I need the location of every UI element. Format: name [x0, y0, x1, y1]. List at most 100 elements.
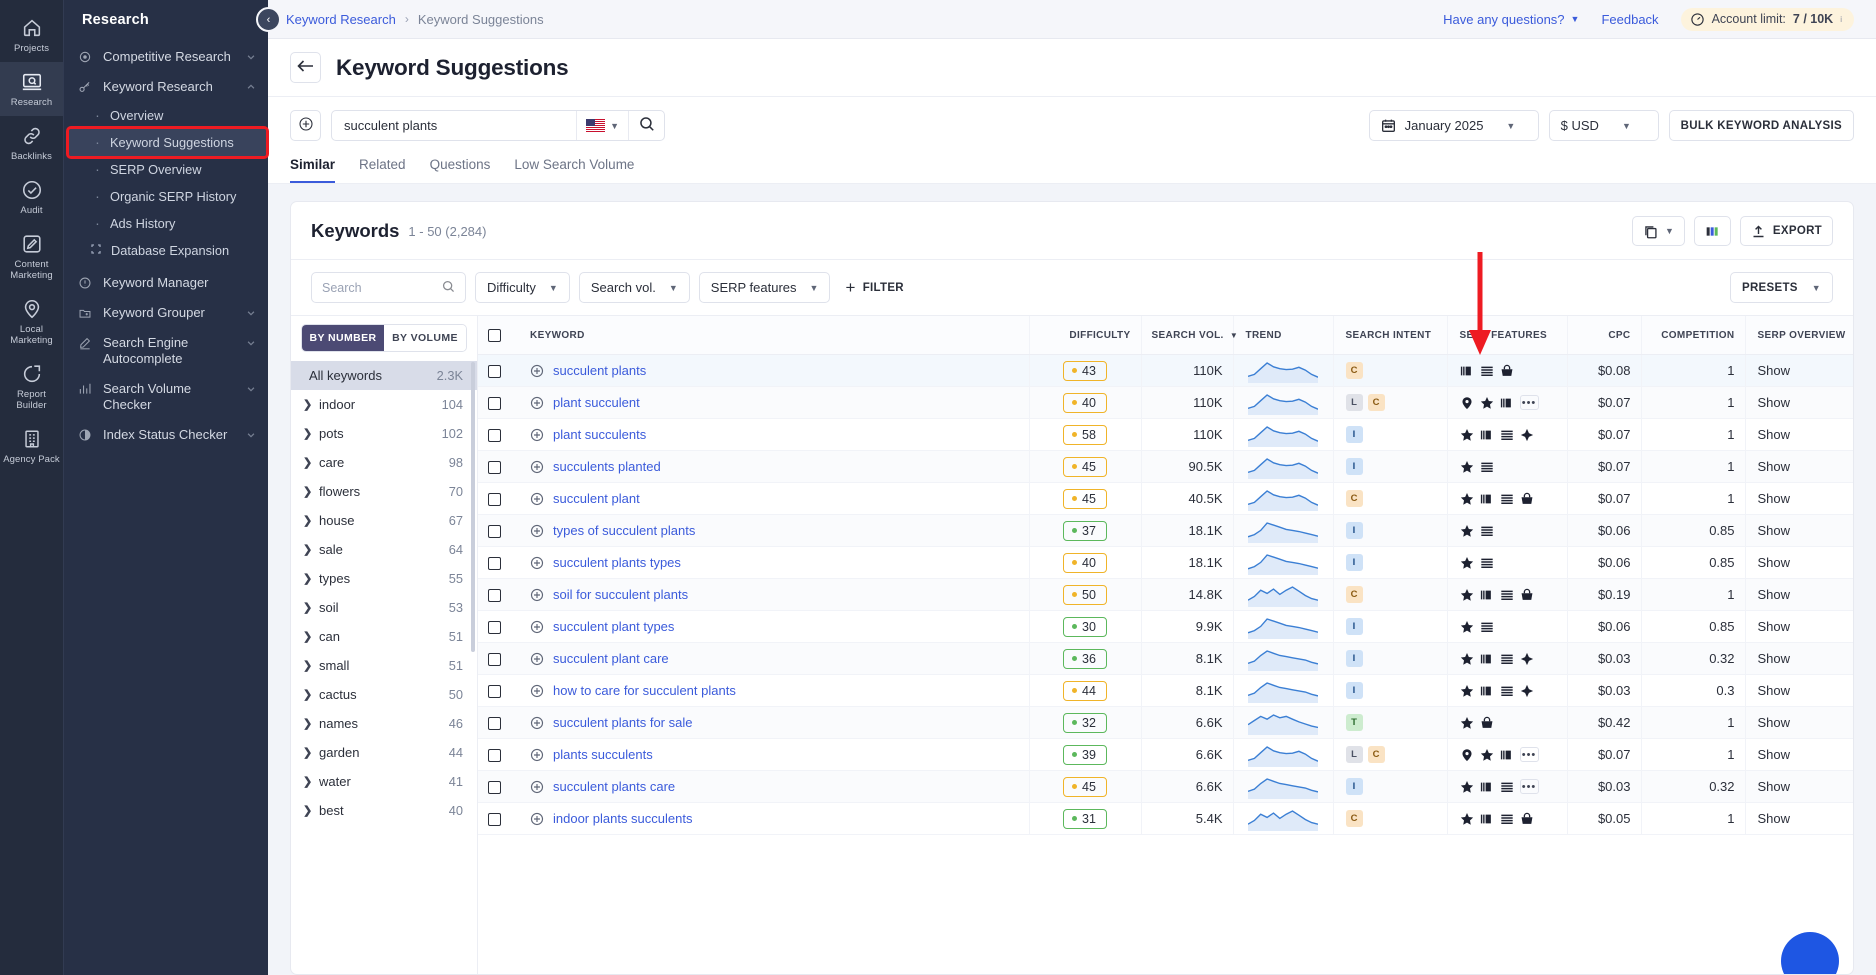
header-competition[interactable]: COMPETITION — [1640, 316, 1745, 355]
row-checkbox[interactable] — [488, 461, 501, 475]
country-selector[interactable]: ▼ — [576, 111, 628, 140]
header-keyword[interactable]: KEYWORD — [520, 316, 1029, 355]
rail-item-audit[interactable]: Audit — [0, 170, 63, 224]
date-selector[interactable]: January 2025 ▼ — [1368, 110, 1539, 141]
group-row[interactable]: ❯ sale 64 — [291, 535, 477, 564]
add-to-list-icon[interactable] — [530, 748, 544, 762]
keyword-link[interactable]: succulent plants for sale — [553, 715, 692, 730]
add-to-list-icon[interactable] — [530, 812, 544, 826]
nav-item-database-expansion[interactable]: Database Expansion — [64, 237, 268, 264]
presets-button[interactable]: PRESETS ▼ — [1729, 272, 1833, 303]
serp-overview-link[interactable]: Show — [1758, 363, 1791, 378]
keyword-link[interactable]: succulent plants types — [553, 555, 681, 570]
back-button[interactable] — [290, 52, 321, 83]
segment-by-number[interactable]: BY NUMBER — [302, 325, 384, 351]
nav-item-organic-serp-history[interactable]: · Organic SERP History — [64, 183, 268, 210]
add-to-list-icon[interactable] — [530, 428, 544, 442]
account-limit-badge[interactable]: Account limit: 7 / 10K i — [1680, 7, 1854, 31]
row-checkbox[interactable] — [488, 525, 501, 539]
add-to-list-icon[interactable] — [530, 396, 544, 410]
add-to-list-icon[interactable] — [530, 652, 544, 666]
table-row[interactable]: succulents planted 45 90.5K I $0.07 1 Show — [478, 450, 1853, 483]
group-row[interactable]: ❯ pots 102 — [291, 419, 477, 448]
row-checkbox[interactable] — [488, 749, 501, 763]
nav-item-ads-history[interactable]: · Ads History — [64, 210, 268, 237]
group-row[interactable]: ❯ types 55 — [291, 564, 477, 593]
copy-button[interactable]: ▼ — [1631, 216, 1685, 246]
header-trend[interactable]: TREND — [1232, 316, 1333, 355]
add-to-list-icon[interactable] — [530, 780, 544, 794]
add-to-list-icon[interactable] — [530, 524, 544, 538]
keyword-link[interactable]: succulent plant types — [553, 619, 674, 634]
account-limit-info[interactable]: i — [1840, 15, 1842, 24]
keyword-link[interactable]: indoor plants succulents — [553, 811, 692, 826]
add-to-list-icon[interactable] — [530, 556, 544, 570]
rail-item-local-marketing[interactable]: Local Marketing — [0, 289, 63, 354]
table-row[interactable]: succulent plant types 30 9.9K I $0.06 0.85 Sho… — [478, 610, 1853, 643]
nav-group-competitive-research[interactable]: Competitive Research — [64, 42, 268, 72]
group-row[interactable]: ❯ can 51 — [291, 622, 477, 651]
add-keyword-button[interactable] — [290, 110, 321, 141]
feedback-link[interactable]: Feedback — [1601, 12, 1658, 27]
header-serp-overview[interactable]: SERP OVERVIEW — [1744, 316, 1853, 355]
group-row-all[interactable]: All keywords 2.3K — [291, 361, 477, 390]
row-checkbox[interactable] — [488, 653, 501, 667]
add-to-list-icon[interactable] — [530, 716, 544, 730]
row-checkbox[interactable] — [488, 685, 501, 699]
keyword-link[interactable]: succulent plant — [553, 491, 640, 506]
row-checkbox[interactable] — [488, 717, 501, 731]
serp-overview-link[interactable]: Show — [1758, 555, 1791, 570]
add-to-list-icon[interactable] — [530, 364, 544, 378]
more-serp-features-icon[interactable]: ••• — [1519, 779, 1539, 794]
add-to-list-icon[interactable] — [530, 492, 544, 506]
nav-group-keyword-research[interactable]: Keyword Research — [64, 72, 268, 102]
row-checkbox[interactable] — [488, 493, 501, 507]
chat-bubble-button[interactable] — [1781, 932, 1839, 974]
keyword-link[interactable]: how to care for succulent plants — [553, 683, 736, 698]
group-row[interactable]: ❯ flowers 70 — [291, 477, 477, 506]
rail-item-research[interactable]: Research — [0, 62, 63, 116]
keyword-link[interactable]: succulents planted — [553, 459, 661, 474]
row-checkbox[interactable] — [488, 621, 501, 635]
table-row[interactable]: types of succulent plants 37 18.1K I $0.06 0.… — [478, 514, 1853, 547]
rail-item-report-builder[interactable]: Report Builder — [0, 354, 63, 419]
serp-overview-link[interactable]: Show — [1758, 523, 1791, 538]
header-serp-features[interactable]: SERP FEATURES — [1446, 316, 1567, 355]
keyword-link[interactable]: plant succulents — [553, 427, 646, 442]
row-checkbox[interactable] — [488, 781, 501, 795]
serp-overview-link[interactable]: Show — [1758, 459, 1791, 474]
table-row[interactable]: succulent plants care 45 6.6K I ••• $0.03 0.32… — [478, 770, 1853, 803]
have-questions-menu[interactable]: Have any questions? ▼ — [1443, 12, 1579, 27]
table-row[interactable]: succulent plant care 36 8.1K I $0.03 0.32 Show — [478, 642, 1853, 675]
group-row[interactable]: ❯ cactus 50 — [291, 680, 477, 709]
keyword-link[interactable]: plants succulents — [553, 747, 653, 762]
group-row[interactable]: ❯ small 51 — [291, 651, 477, 680]
tab-questions[interactable]: Questions — [430, 157, 491, 183]
row-checkbox[interactable] — [488, 813, 501, 827]
bulk-keyword-analysis-button[interactable]: BULK KEYWORD ANALYSIS — [1668, 110, 1854, 141]
tab-related[interactable]: Related — [359, 157, 406, 183]
keyword-link[interactable]: succulent plants — [553, 363, 646, 378]
nav-item-overview[interactable]: · Overview — [64, 102, 268, 129]
table-row[interactable]: plant succulents 58 110K I $0.07 1 Show — [478, 418, 1853, 451]
serp-overview-link[interactable]: Show — [1758, 683, 1791, 698]
group-row[interactable]: ❯ house 67 — [291, 506, 477, 535]
serp-overview-link[interactable]: Show — [1758, 491, 1791, 506]
keyword-link[interactable]: types of succulent plants — [553, 523, 695, 538]
serp-overview-link[interactable]: Show — [1758, 427, 1791, 442]
add-to-list-icon[interactable] — [530, 684, 544, 698]
serp-overview-link[interactable]: Show — [1758, 715, 1791, 730]
table-row[interactable]: succulent plants for sale 32 6.6K T $0.42 1 Sh… — [478, 706, 1853, 739]
row-checkbox[interactable] — [488, 429, 501, 443]
keyword-search-input[interactable] — [332, 118, 577, 133]
serp-overview-link[interactable]: Show — [1758, 747, 1791, 762]
export-button[interactable]: EXPORT — [1739, 216, 1833, 246]
group-scrollbar[interactable] — [471, 362, 475, 652]
table-row[interactable]: plant succulent 40 110K L C ••• $0.07 1 Show — [478, 386, 1853, 419]
search-submit-button[interactable] — [628, 111, 664, 140]
rail-item-backlinks[interactable]: Backlinks — [0, 116, 63, 170]
keyword-link[interactable]: succulent plants care — [553, 779, 675, 794]
rail-item-content-marketing[interactable]: Content Marketing — [0, 224, 63, 289]
nav-item-serp-overview[interactable]: · SERP Overview — [64, 156, 268, 183]
serp-overview-link[interactable]: Show — [1758, 811, 1791, 826]
